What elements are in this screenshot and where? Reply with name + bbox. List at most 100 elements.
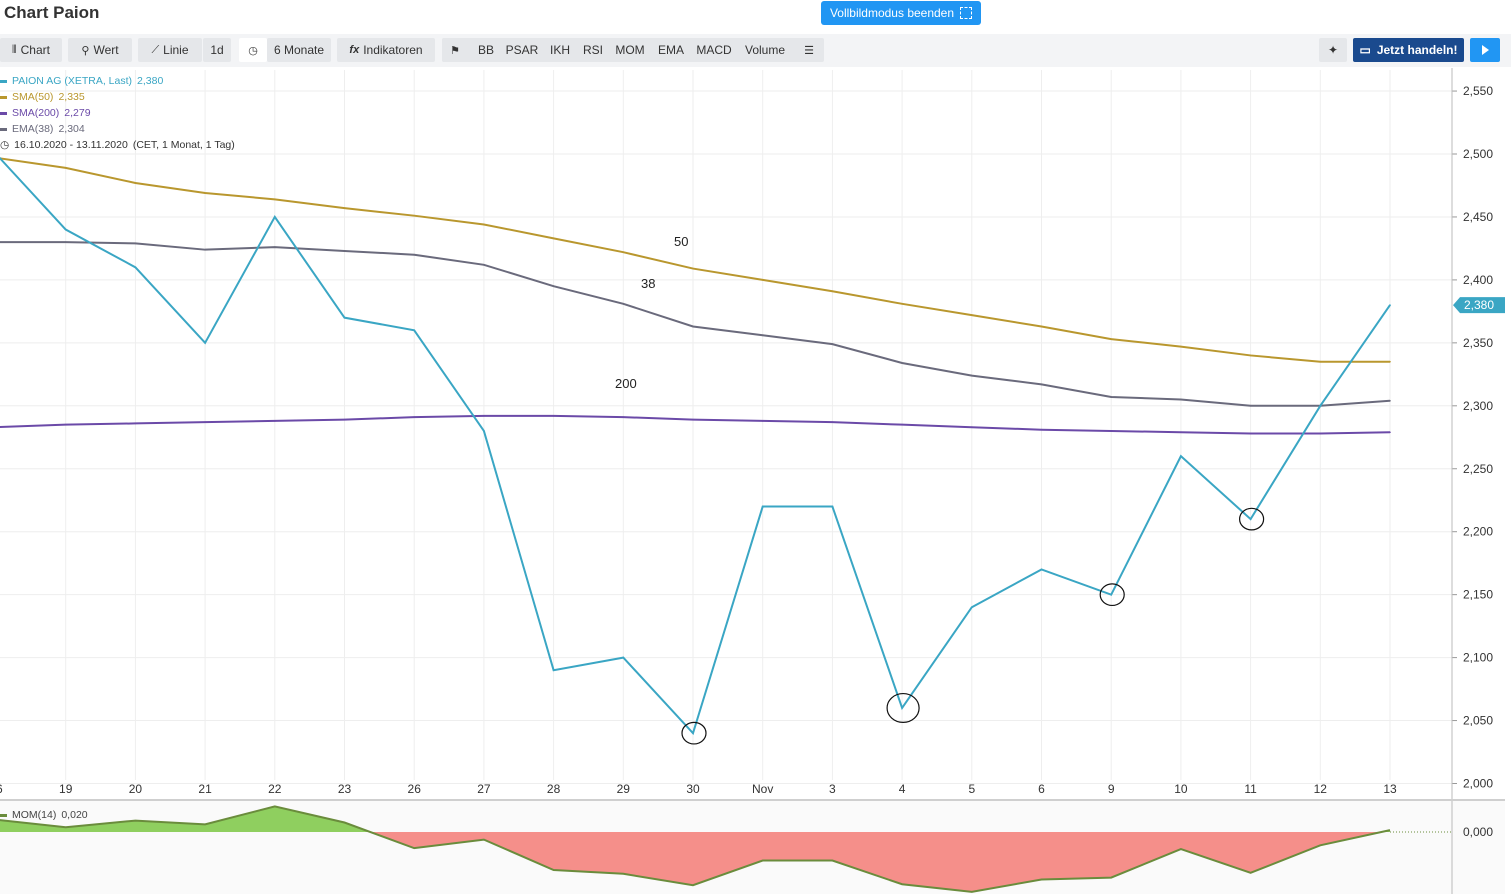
indicators-button[interactable]: fx Indikatoren [337,38,435,62]
data-point [901,362,903,364]
data-point [1180,431,1182,434]
data-point [622,251,625,254]
x-tick-label: 5 [968,782,975,796]
data-point [343,250,346,252]
data-point [761,334,764,337]
data-point [343,207,346,209]
interval-button[interactable]: 1d [203,38,231,62]
page-title: Chart Paion [4,3,100,22]
indicator-volume-button[interactable]: Volume [739,38,791,62]
data-point [552,669,555,671]
play-button[interactable] [1470,38,1500,62]
data-point [831,290,834,293]
indicator-ema-button[interactable]: EMA [653,38,689,62]
data-point [204,421,206,423]
search-icon: ⚲ [81,44,90,57]
y-tick-label: 2,150 [1463,588,1493,602]
data-point [274,198,276,201]
legend-ema38-value: 2,304 [58,123,85,135]
current-price-label: 2,380 [1464,298,1494,312]
data-point [343,316,346,319]
data-point [134,182,137,184]
candlestick-icon: ⫴ [12,43,17,56]
chart-toolbar: ⫴ Chart ⚲ Wert ⟋ Linie 1d ◷ 6 Monate fx … [0,34,1511,67]
data-point [1249,432,1252,435]
data-point [134,266,137,269]
x-tick-label: 11 [1244,782,1257,796]
data-point [1040,383,1043,386]
y-tick-label: 2,450 [1463,210,1493,224]
data-point [64,228,67,231]
data-point [64,167,67,169]
time-range-clock-button[interactable]: ◷ [239,38,267,62]
chart-type-button[interactable]: ⫴ Chart [0,38,62,62]
legend-range-info: (CET, 1 Monat, 1 Tag) [132,139,235,151]
x-tick-label: 29 [617,782,631,796]
momentum-swatch [0,813,7,817]
data-point [692,267,694,270]
data-point [1389,399,1391,402]
x-tick-label: 13 [1383,782,1397,796]
momentum-label: MOM(14) [12,809,57,821]
data-point [274,246,276,248]
line-style-label: Linie [163,43,189,57]
x-tick-label: 3 [829,782,836,796]
x-tick-label: 26 [408,782,422,796]
indicator-bb-button[interactable]: BB [471,38,501,62]
x-tick-label: 20 [129,782,143,796]
indicator-rsi-label: RSI [582,43,603,57]
y-tick-label: 2,250 [1463,462,1493,476]
indicator-ikh-label: IKH [549,43,570,57]
function-icon: fx [349,44,360,56]
x-tick-label: 19 [59,782,73,796]
data-point [622,416,625,418]
data-point [831,421,834,423]
data-point [761,505,764,508]
data-point [831,505,834,508]
momentum-background [0,801,1505,894]
time-range-button[interactable]: 6 Monate [267,38,331,62]
fullscreen-icon [960,7,973,19]
bookmark-button[interactable]: ⚑ [442,38,468,62]
highlight-marks [681,507,1265,745]
x-tick-label: 27 [477,782,491,796]
indicator-macd-button[interactable]: MACD [693,38,735,62]
indicator-psar-button[interactable]: PSAR [503,38,541,62]
data-point [1249,518,1252,520]
data-point [1110,593,1112,596]
data-point [1319,432,1322,435]
sliders-icon: ☰ [804,44,814,57]
indicator-rsi-button[interactable]: RSI [579,38,607,62]
indicator-ikh-button[interactable]: IKH [545,38,575,62]
y-tick-label: 2,350 [1463,336,1493,350]
data-point [1040,428,1043,431]
trade-now-button[interactable]: ▭ Jetzt handeln! [1353,38,1464,62]
x-tick-label: 4 [899,782,906,796]
exit-fullscreen-button[interactable]: Vollbildmodus beenden [821,1,981,25]
line-style-button[interactable]: ⟋ Linie [138,38,202,62]
data-point [552,415,555,417]
legend-sma200-value: 2,279 [64,107,91,119]
settings-button[interactable]: ☰ [795,38,823,62]
data-point [274,216,276,218]
momentum-negative-area [0,832,1390,892]
x-tick-label: 21 [198,782,212,796]
data-point [1180,455,1182,457]
data-point [1389,431,1391,434]
value-button[interactable]: ⚲ Wert [68,38,132,62]
legend-price: PAION AG (XETRA, Last) 2,380 [0,73,235,89]
data-point [831,343,834,345]
indicator-mom-label: MOM [615,43,645,57]
data-point [901,707,903,709]
indicator-psar-label: PSAR [505,43,539,57]
data-point [692,732,694,734]
indicator-mom-button[interactable]: MOM [611,38,649,62]
x-tick-label: Nov [752,782,773,796]
data-point [413,253,416,256]
ai-assist-button[interactable]: ✦ [1319,38,1347,62]
data-point [622,303,625,305]
y-tick-label: 2,200 [1463,525,1493,539]
indicator-volume-label: Volume [744,43,786,57]
highlight-circle [1238,507,1265,531]
data-point [134,242,137,245]
